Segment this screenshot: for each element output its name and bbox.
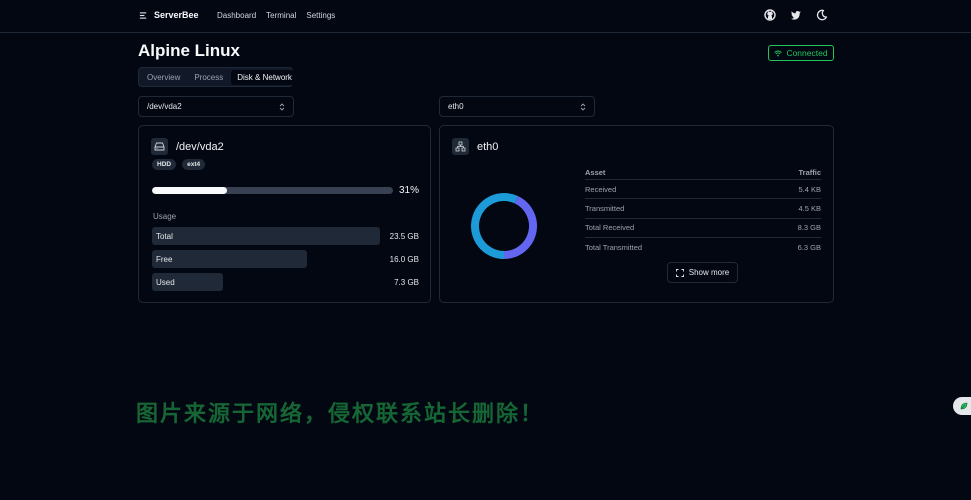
brand[interactable]: ServerBee	[139, 10, 199, 20]
asset-cell: Total Transmitted	[585, 243, 643, 253]
traffic-table-header: Asset Traffic	[585, 168, 821, 180]
watermark-text: 图片来源于网络，侵权联系站长删除！	[136, 402, 545, 427]
disk-usage-progress-fill	[152, 187, 227, 194]
table-row: Transmitted 4.5 KB	[585, 199, 821, 219]
show-more-label: Show more	[688, 268, 730, 277]
menu-icon	[139, 11, 147, 19]
status-text: Connected	[786, 48, 828, 58]
table-row: Total Received 8.3 GB	[585, 219, 821, 238]
usage-name: Free	[156, 255, 173, 264]
usage-value: 23.5 GB	[389, 232, 419, 241]
status-badge: Connected	[768, 45, 834, 61]
donut-slice-total_transmitted	[503, 196, 537, 259]
traffic-cell: 8.3 GB	[797, 223, 821, 233]
traffic-cell: 5.4 KB	[798, 184, 821, 194]
usage-row-used: Used 7.3 GB	[152, 273, 419, 291]
chevrons-up-down-icon	[580, 102, 586, 111]
twitter-icon[interactable]	[790, 9, 802, 21]
usage-name: Total	[156, 232, 173, 241]
expand-icon	[675, 268, 684, 277]
asset-cell: Total Received	[585, 223, 635, 233]
network-icon	[452, 138, 469, 155]
table-row: Total Transmitted 6.3 GB	[585, 238, 821, 257]
header-actions	[764, 9, 828, 21]
traffic-cell: 6.3 GB	[797, 243, 821, 253]
chip-disk-type: HDD	[152, 159, 177, 170]
chevrons-up-down-icon	[279, 102, 285, 111]
traffic-donut-chart	[471, 193, 537, 259]
github-icon[interactable]	[764, 9, 776, 21]
usage-value: 7.3 GB	[394, 278, 419, 287]
show-more-button[interactable]: Show more	[667, 262, 738, 283]
main-nav: Dashboard Terminal Settings	[217, 11, 335, 20]
usage-name: Used	[156, 278, 175, 287]
tab-process[interactable]: Process	[188, 70, 229, 85]
column-asset: Asset	[585, 168, 606, 177]
side-widget[interactable]	[953, 397, 971, 415]
traffic-table: Asset Traffic Received 5.4 KB Transmitte…	[585, 168, 821, 257]
usage-label: Usage	[153, 212, 177, 221]
usage-row-free: Free 16.0 GB	[152, 250, 419, 268]
network-card: eth0 Asset Traffic Received 5.4 KB Trans…	[439, 125, 834, 303]
tab-overview[interactable]: Overview	[141, 70, 186, 85]
network-select-value: eth0	[448, 102, 464, 111]
tab-list: Overview Process Disk & Network	[138, 67, 298, 87]
nav-terminal[interactable]: Terminal	[266, 11, 296, 20]
disk-card-header: /dev/vda2	[151, 138, 224, 155]
disk-chips: HDD ext4	[152, 159, 206, 170]
asset-cell: Received	[585, 184, 617, 194]
network-select[interactable]: eth0	[439, 96, 595, 117]
moon-icon[interactable]	[816, 9, 828, 21]
network-card-title: eth0	[477, 140, 499, 153]
nav-settings[interactable]: Settings	[306, 11, 335, 20]
asset-cell: Transmitted	[585, 203, 625, 213]
usage-bar-free	[152, 250, 307, 268]
traffic-cell: 4.5 KB	[798, 203, 821, 213]
column-traffic: Traffic	[798, 168, 821, 177]
disk-select-value: /dev/vda2	[147, 102, 182, 111]
disk-card-title: /dev/vda2	[176, 140, 224, 153]
donut-slice-total_received	[471, 193, 518, 259]
usage-row-total: Total 23.5 GB	[152, 227, 419, 245]
nav-dashboard[interactable]: Dashboard	[217, 11, 256, 20]
brand-name: ServerBee	[154, 10, 199, 20]
hard-drive-icon	[151, 138, 168, 155]
disk-usage-progress	[152, 187, 393, 194]
usage-bar-total	[152, 227, 380, 245]
top-navbar: ServerBee Dashboard Terminal Settings	[0, 0, 971, 33]
disk-select[interactable]: /dev/vda2	[138, 96, 294, 117]
chip-filesystem: ext4	[182, 159, 206, 170]
page-title: Alpine Linux	[138, 41, 240, 60]
network-card-header: eth0	[452, 138, 498, 155]
usage-value: 16.0 GB	[389, 255, 419, 264]
disk-card: /dev/vda2 HDD ext4 31% Usage Total 23.5 …	[138, 125, 431, 303]
wifi-icon	[774, 50, 783, 56]
table-row: Received 5.4 KB	[585, 180, 821, 200]
tab-disk-network[interactable]: Disk & Network	[231, 69, 298, 85]
leaf-icon	[960, 402, 968, 410]
disk-usage-percent: 31%	[399, 185, 420, 196]
